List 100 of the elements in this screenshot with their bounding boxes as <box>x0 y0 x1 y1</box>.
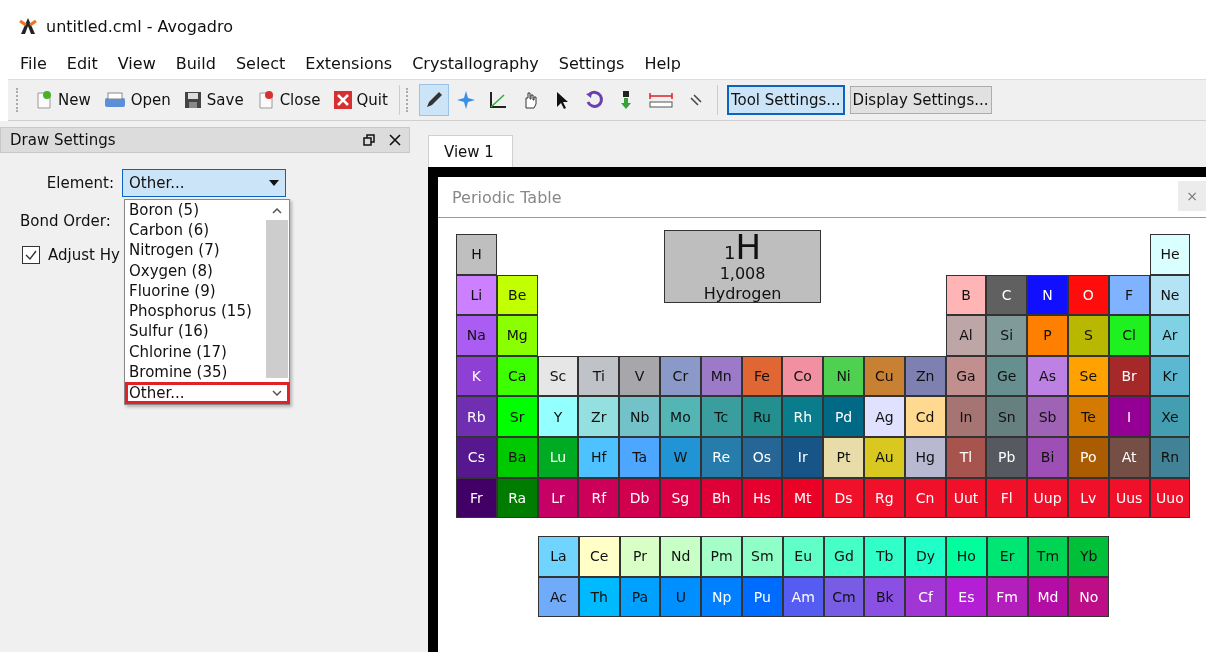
element-cell[interactable]: Er <box>986 536 1028 577</box>
element-cell[interactable]: Cr <box>660 355 701 397</box>
element-cell[interactable]: Gd <box>823 536 865 577</box>
element-cell[interactable]: Cs <box>456 436 497 478</box>
element-cell[interactable]: Al <box>945 315 987 356</box>
element-cell[interactable]: As <box>1027 355 1068 397</box>
element-cell[interactable]: Tc <box>700 396 742 437</box>
float-icon[interactable] <box>363 134 375 146</box>
scroll-down-icon[interactable] <box>272 390 282 396</box>
element-cell[interactable]: No <box>1068 576 1110 618</box>
element-cell[interactable]: Np <box>701 576 742 618</box>
element-cell[interactable]: Bi <box>1027 436 1068 478</box>
dropdown-item[interactable]: Bromine (35) <box>125 361 265 382</box>
element-cell[interactable]: Tm <box>1027 536 1069 577</box>
element-cell[interactable]: Pr <box>619 536 661 577</box>
element-cell[interactable]: Be <box>496 274 538 316</box>
element-cell[interactable]: Pu <box>742 576 783 618</box>
element-cell[interactable]: Cm <box>823 576 865 618</box>
element-cell[interactable]: Sg <box>660 477 701 519</box>
element-cell[interactable]: O <box>1067 274 1109 316</box>
element-cell[interactable]: Cf <box>905 576 946 618</box>
element-cell[interactable]: Zr <box>578 396 620 437</box>
settings-button[interactable]: Display Settings... <box>849 86 992 114</box>
element-cell[interactable]: B <box>945 274 987 316</box>
element-cell[interactable]: Ti <box>578 355 620 397</box>
element-cell[interactable]: W <box>660 436 701 478</box>
element-dropdown[interactable]: Other... <box>122 169 286 197</box>
element-cell[interactable]: Os <box>741 436 783 478</box>
element-cell[interactable]: I <box>1108 396 1150 437</box>
element-cell[interactable]: Ni <box>823 355 864 397</box>
element-cell[interactable]: Au <box>863 436 905 478</box>
element-cell[interactable]: Ru <box>741 396 783 437</box>
element-cell[interactable]: Bk <box>864 576 906 618</box>
element-cell[interactable]: Ca <box>496 355 538 397</box>
element-cell[interactable]: Sm <box>742 536 783 577</box>
element-cell[interactable]: Yb <box>1068 536 1110 577</box>
element-cell[interactable]: Fl <box>986 477 1028 519</box>
element-cell[interactable]: Pd <box>823 396 864 437</box>
dropdown-item[interactable]: Oxygen (8) <box>125 260 265 281</box>
element-cell[interactable]: Tb <box>864 536 906 577</box>
dropdown-item[interactable]: Other... <box>125 381 290 404</box>
element-cell[interactable]: Th <box>578 576 620 618</box>
element-cell[interactable]: Ce <box>578 536 620 577</box>
element-cell[interactable]: Cn <box>904 477 946 519</box>
element-cell[interactable]: At <box>1108 436 1150 478</box>
element-cell[interactable]: Bh <box>700 477 742 519</box>
element-cell[interactable]: Ra <box>496 477 538 519</box>
menu-item[interactable]: Settings <box>548 52 635 75</box>
element-cell[interactable]: Rg <box>863 477 905 519</box>
element-cell[interactable]: Pt <box>823 436 864 478</box>
element-cell[interactable]: Si <box>986 315 1028 356</box>
element-cell[interactable]: U <box>660 576 702 618</box>
element-cell[interactable]: S <box>1067 315 1109 356</box>
element-cell[interactable]: Kr <box>1149 355 1191 397</box>
element-cell[interactable]: Fm <box>986 576 1028 618</box>
element-cell[interactable]: Uuo <box>1149 477 1191 519</box>
element-cell[interactable]: Rn <box>1149 436 1191 478</box>
element-cell[interactable]: Mo <box>660 396 701 437</box>
tool-button[interactable] <box>418 84 449 116</box>
element-cell[interactable]: Nd <box>660 536 702 577</box>
element-cell[interactable]: Rh <box>782 396 824 437</box>
element-cell[interactable]: Hg <box>904 436 946 478</box>
close-button[interactable]: × <box>1178 181 1206 211</box>
element-cell[interactable]: Sn <box>986 396 1028 437</box>
menu-item[interactable]: Edit <box>56 52 108 75</box>
toolbar-button[interactable]: Open <box>97 88 176 112</box>
element-cell[interactable]: Y <box>537 396 579 437</box>
element-cell[interactable]: Rf <box>578 477 620 519</box>
element-cell[interactable]: He <box>1149 234 1191 275</box>
menu-item[interactable]: Build <box>165 52 226 75</box>
dropdown-item[interactable]: Chlorine (17) <box>125 341 265 362</box>
element-cell[interactable]: In <box>945 396 987 437</box>
element-cell[interactable]: Cd <box>904 396 946 437</box>
element-cell[interactable]: Hf <box>578 436 620 478</box>
toolbar-button[interactable]: Quit <box>327 88 393 112</box>
element-cell[interactable]: Ta <box>619 436 660 478</box>
element-cell[interactable]: Sb <box>1027 396 1068 437</box>
element-cell[interactable]: Ar <box>1149 315 1191 356</box>
element-cell[interactable]: Ga <box>945 355 987 397</box>
dropdown-item[interactable]: Boron (5) <box>125 200 265 221</box>
element-cell[interactable]: Lv <box>1067 477 1109 519</box>
element-cell[interactable]: Lr <box>537 477 579 519</box>
element-cell[interactable]: Sr <box>496 396 538 437</box>
element-cell[interactable]: Te <box>1067 396 1109 437</box>
element-cell[interactable]: Li <box>456 274 497 316</box>
menu-item[interactable]: Select <box>225 52 296 75</box>
element-cell[interactable]: Am <box>782 576 824 618</box>
element-cell[interactable]: Cl <box>1108 315 1150 356</box>
element-cell[interactable]: Ho <box>945 536 987 577</box>
element-cell[interactable]: Nb <box>619 396 660 437</box>
menu-item[interactable]: Help <box>634 52 691 75</box>
element-cell[interactable]: Cu <box>863 355 905 397</box>
element-cell[interactable]: La <box>538 536 579 577</box>
scroll-up-icon[interactable] <box>272 208 282 214</box>
element-cell[interactable]: C <box>986 274 1028 316</box>
element-cell[interactable]: Rb <box>456 396 497 437</box>
element-cell[interactable]: V <box>619 355 660 397</box>
toolbar-button[interactable]: New <box>29 88 96 112</box>
element-cell[interactable]: Ac <box>538 576 579 618</box>
element-cell[interactable]: Uup <box>1027 477 1068 519</box>
